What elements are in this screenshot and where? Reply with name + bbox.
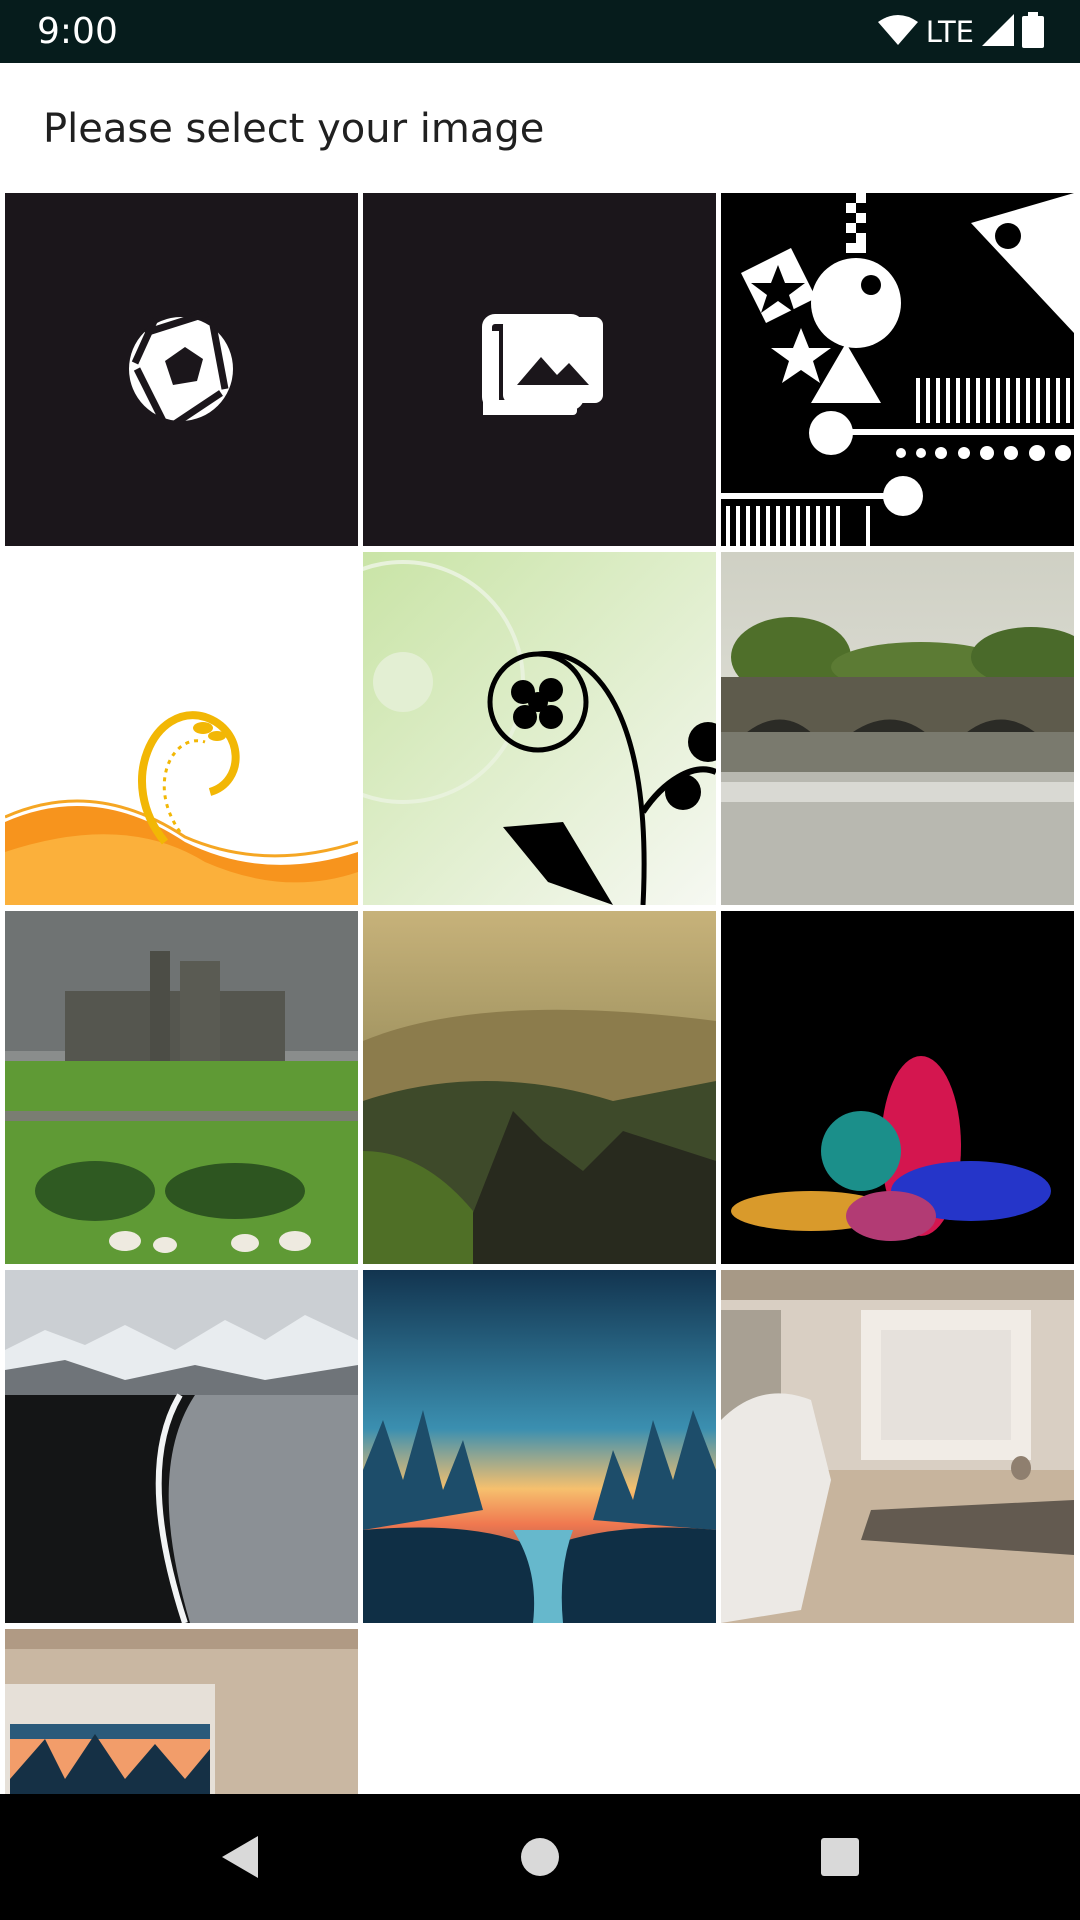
back-icon <box>222 1836 258 1878</box>
recents-icon <box>821 1838 859 1876</box>
recents-button[interactable] <box>810 1827 870 1887</box>
navigation-bar <box>0 1794 1080 1920</box>
gallery-tile[interactable] <box>363 193 716 546</box>
image-castle-sheep[interactable] <box>5 911 358 1264</box>
image-room-painting[interactable] <box>5 1629 358 1794</box>
home-button[interactable] <box>510 1827 570 1887</box>
camera-tile[interactable] <box>5 193 358 546</box>
image-forest-sunset[interactable] <box>363 1270 716 1623</box>
header: Please select your image <box>0 63 1080 193</box>
image-color-powder[interactable] <box>721 911 1074 1264</box>
status-time: 9:00 <box>37 11 118 52</box>
status-bar: 9:00 LTE <box>0 0 1080 63</box>
image-stone-bridge[interactable] <box>721 552 1074 905</box>
image-geometric-shapes[interactable] <box>721 193 1074 546</box>
back-button[interactable] <box>210 1827 270 1887</box>
page-title: Please select your image <box>43 106 545 152</box>
image-mountain-valley[interactable] <box>363 911 716 1264</box>
network-type-label: LTE <box>925 15 974 49</box>
status-icons: LTE <box>877 12 1044 52</box>
camera-shutter-icon <box>129 309 233 428</box>
image-grid <box>0 193 1080 1794</box>
image-floral-swirl[interactable] <box>363 552 716 905</box>
wifi-icon <box>877 14 918 50</box>
home-icon <box>521 1838 559 1876</box>
battery-icon <box>1022 12 1044 52</box>
cell-signal-icon <box>982 14 1014 50</box>
image-room-dog[interactable] <box>721 1270 1074 1623</box>
photo-library-icon <box>482 314 603 415</box>
image-orange-swirl[interactable] <box>5 552 358 905</box>
image-black-beach[interactable] <box>5 1270 358 1623</box>
